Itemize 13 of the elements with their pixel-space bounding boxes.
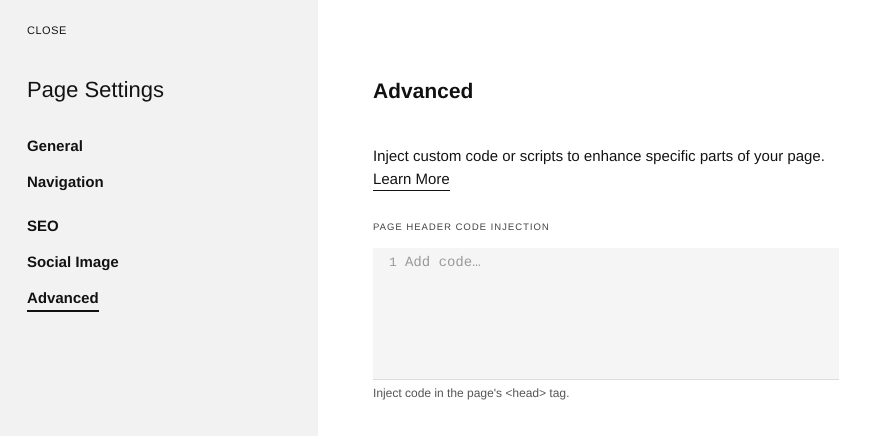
nav-item[interactable]: Advanced — [27, 290, 99, 312]
hint-text: Inject code in the page's <head> tag. — [373, 384, 570, 402]
learn-more-link[interactable]: Learn More — [373, 170, 450, 190]
sidebar-title: Page Settings — [27, 76, 165, 104]
nav-item[interactable]: Navigation — [27, 174, 104, 196]
line-number: 1 — [389, 254, 397, 272]
nav-item[interactable]: Social Image — [27, 254, 119, 276]
section-heading: Advanced — [373, 79, 474, 105]
nav-item[interactable]: General — [27, 138, 83, 160]
nav-item[interactable]: SEO — [27, 218, 59, 240]
description-text: Inject custom code or scripts to enhance specific parts of your page. — [373, 148, 825, 164]
field-label: PAGE HEADER CODE INJECTION — [373, 220, 551, 234]
close-button[interactable]: CLOSE — [27, 23, 67, 40]
